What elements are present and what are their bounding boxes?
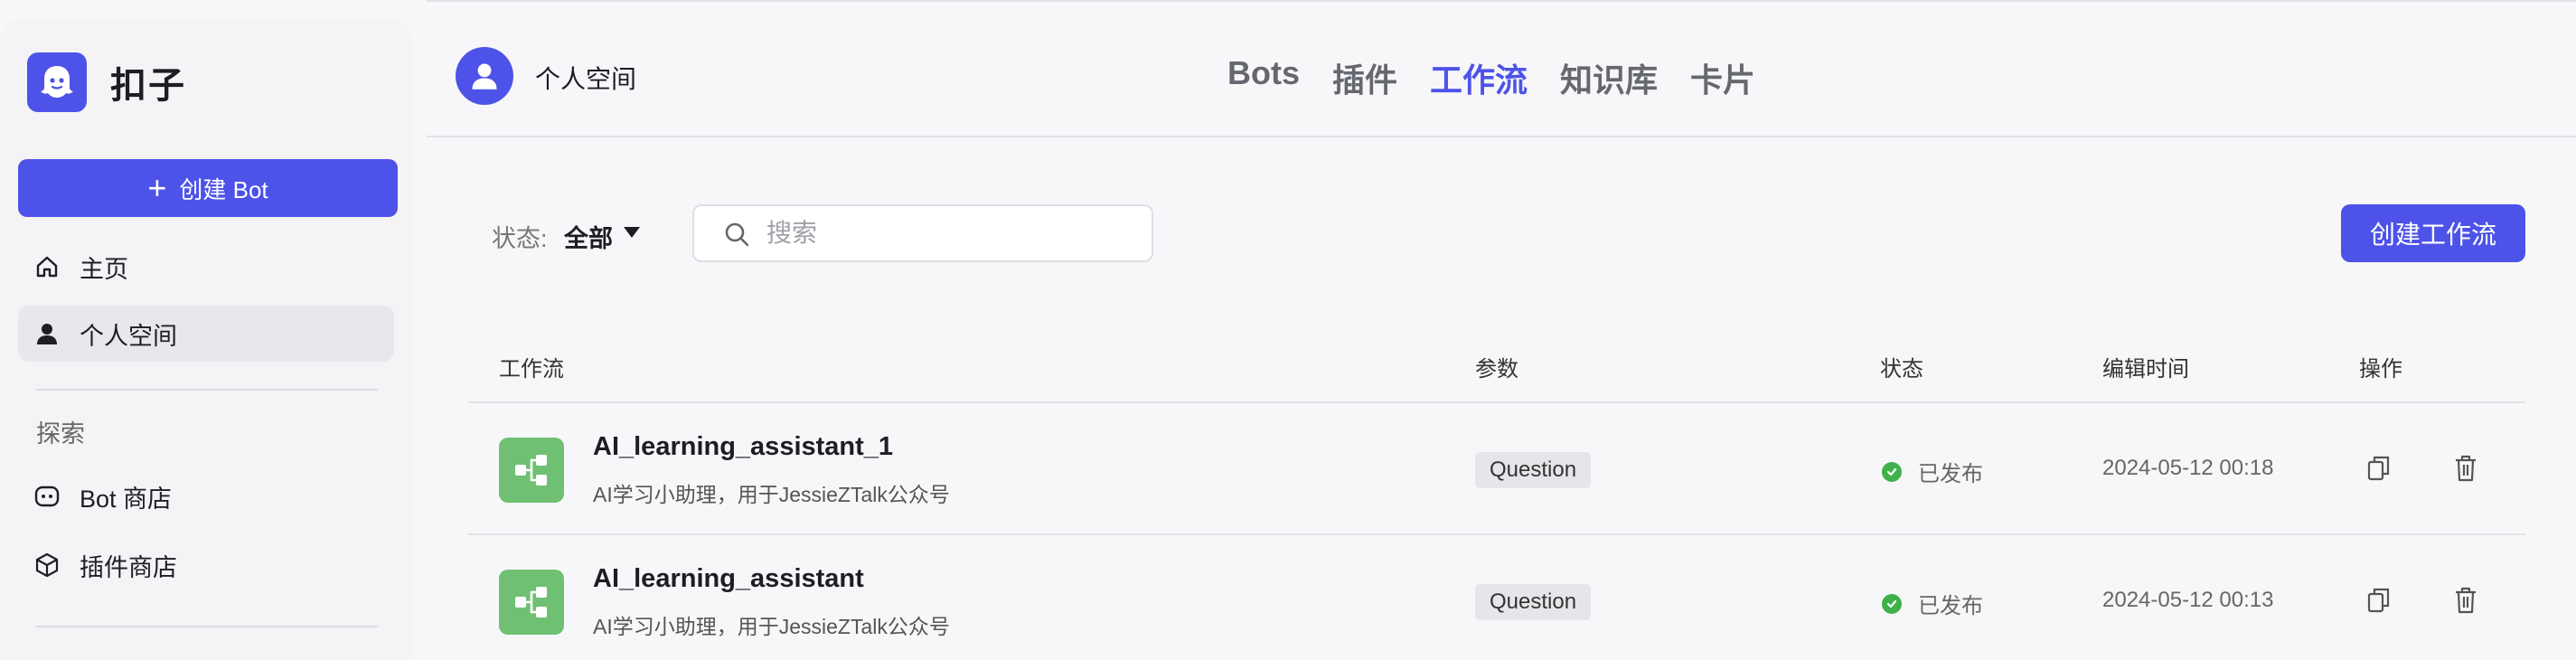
status-filter-dropdown[interactable]: 全部 [564,219,613,254]
sidebar-divider [36,389,378,391]
caret-down-icon[interactable] [624,227,640,238]
plus-icon: + [147,169,167,206]
workflow-icon[interactable] [499,570,564,635]
avatar[interactable] [456,47,513,105]
sidebar-item-label: 插件商店 [80,553,177,581]
explore-section-label: 探索 [36,420,85,448]
check-circle-icon [1882,593,1902,614]
status-filter-label: 状态: [492,225,548,252]
column-header-params: 参数 [1475,357,1518,382]
sidebar-divider [36,626,378,627]
sidebar-item-label: Bot 商店 [80,485,173,513]
create-bot-label: 创建 Bot [179,175,268,203]
edit-time: 2024-05-12 00:13 [2102,588,2274,612]
cube-icon [34,552,60,578]
workflow-description: AI学习小助理，用于JessieZTalk公众号 [593,483,950,506]
workflow-icon[interactable] [499,438,564,503]
copy-icon[interactable] [2366,454,2392,483]
coze-logo-icon [27,52,87,112]
sidebar-item-home[interactable]: 主页 [18,239,394,295]
create-workflow-button[interactable]: 创建工作流 [2341,204,2525,262]
sidebar: 扣子 + 创建 Bot 主页 个人空间 探索 Bot 商店 插件商店 [0,18,412,660]
status-text: 已发布 [1918,594,1983,618]
status-badge: 已发布 [1882,456,1983,487]
search-box[interactable] [692,204,1153,262]
space-name[interactable]: 个人空间 [535,60,636,96]
workflow-name[interactable]: AI_learning_assistant_1 [593,432,893,462]
workflow-description: AI学习小助理，用于JessieZTalk公众号 [593,615,950,638]
sidebar-item-label: 个人空间 [80,322,177,350]
table-header: 工作流 参数 状态 编辑时间 操作 [468,342,2525,403]
logo-text: 扣子 [110,66,186,106]
status-badge: 已发布 [1882,588,1983,619]
copy-icon[interactable] [2366,586,2392,615]
home-icon [34,254,60,279]
search-icon [723,221,750,252]
user-icon [34,321,60,346]
status-text: 已发布 [1918,462,1983,486]
tab-bar: Bots 插件 工作流 知识库 卡片 [1227,54,1755,101]
sidebar-item-label: 主页 [80,255,128,283]
sidebar-item-personal-space[interactable]: 个人空间 [18,306,394,362]
workflow-name[interactable]: AI_learning_assistant [593,564,864,594]
create-bot-button[interactable]: + 创建 Bot [18,159,398,217]
table-row[interactable]: AI_learning_assistant AI学习小助理，用于JessieZT… [468,535,2525,660]
table-row[interactable]: AI_learning_assistant_1 AI学习小助理，用于Jessie… [468,403,2525,535]
param-tag: Question [1475,584,1592,620]
tab-knowledge[interactable]: 知识库 [1560,54,1658,101]
column-header-actions: 操作 [2359,357,2402,382]
bot-icon [34,484,60,509]
check-circle-icon [1882,461,1902,482]
logo[interactable]: 扣子 [27,51,394,114]
trash-icon[interactable] [2453,454,2478,483]
tab-plugins[interactable]: 插件 [1332,54,1397,101]
param-tag: Question [1475,452,1592,488]
sidebar-item-bot-store[interactable]: Bot 商店 [18,468,394,524]
tab-cards[interactable]: 卡片 [1690,54,1755,101]
top-bar: 个人空间 Bots 插件 工作流 知识库 卡片 [427,0,2576,137]
search-input[interactable] [766,215,1128,251]
tab-bots[interactable]: Bots [1227,54,1300,101]
trash-icon[interactable] [2453,586,2478,615]
column-header-edit-time: 编辑时间 [2102,357,2189,382]
column-header-status: 状态 [1880,357,1923,382]
sidebar-item-plugin-store[interactable]: 插件商店 [18,537,394,593]
edit-time: 2024-05-12 00:18 [2102,456,2274,480]
tab-workflows[interactable]: 工作流 [1430,54,1528,101]
column-header-workflow: 工作流 [499,357,564,382]
